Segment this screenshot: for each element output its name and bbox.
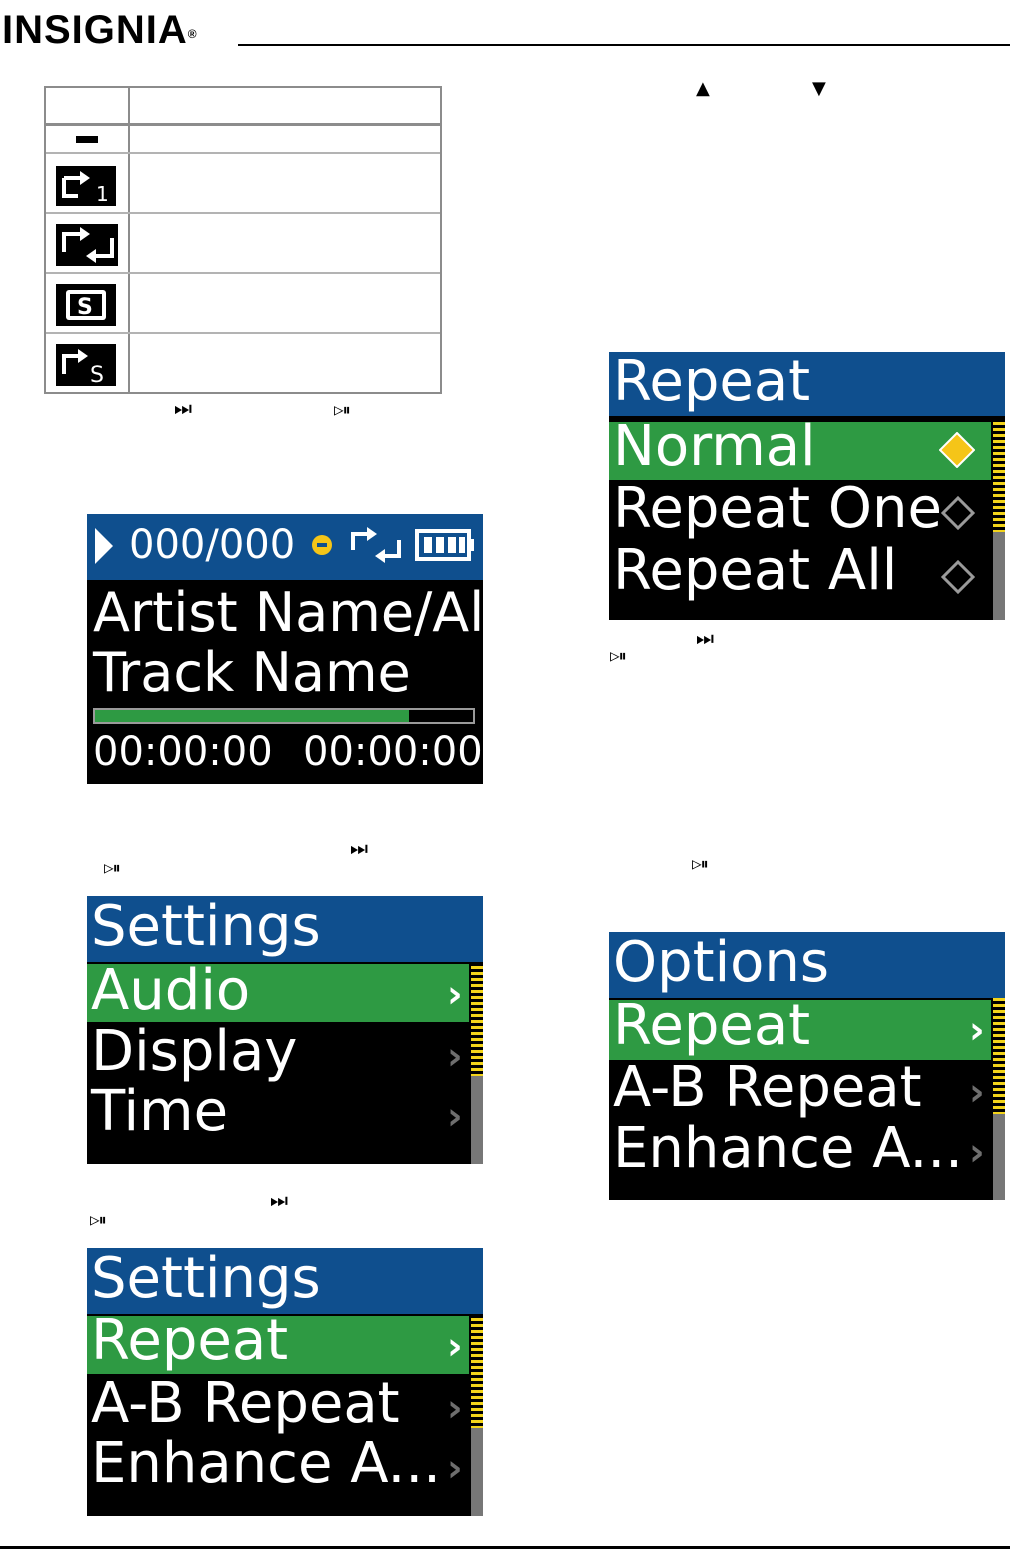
down-arrow-icon: ▼	[812, 78, 826, 99]
progress-bar	[93, 708, 475, 724]
radio-icon	[941, 496, 975, 530]
chevron-right-icon: ›	[447, 1034, 463, 1078]
menu-item-ab-repeat[interactable]: A-B Repeat	[87, 1376, 469, 1436]
scrollbar[interactable]	[471, 1318, 483, 1516]
next-button-icon: ⏭	[350, 836, 368, 860]
up-arrow-icon: ▲	[696, 78, 710, 99]
menu-title: Repeat	[609, 352, 1005, 416]
play-pause-button-icon: ▷⏸	[692, 854, 709, 873]
chevron-right-icon: ›	[447, 972, 463, 1016]
total-time: 00:00:00	[303, 729, 483, 775]
repeat-all-icon	[56, 224, 118, 266]
elapsed-time: 00:00:00	[93, 729, 273, 775]
insignia-logo: INSIGNIA®	[2, 8, 198, 52]
repeat-one-badge: 1	[96, 182, 109, 206]
dash-icon	[76, 136, 98, 143]
play-icon	[95, 528, 113, 564]
table-row: S	[46, 334, 440, 394]
settings-menu-screen: Settings Audio Display Time › › ›	[87, 896, 483, 1164]
menu-item-normal[interactable]: Normal	[609, 422, 991, 480]
shuffle-badge: S	[77, 295, 93, 320]
play-pause-button-icon: ▷⏸	[104, 858, 121, 877]
next-button-icon: ⏭	[696, 626, 714, 650]
footer-rule	[0, 1546, 1010, 1549]
menu-title: Settings	[87, 896, 483, 962]
menu-item-repeat[interactable]: Repeat	[87, 1316, 469, 1374]
table-row	[46, 214, 440, 274]
scrollbar-thumb[interactable]	[993, 422, 1005, 532]
menu-item-time[interactable]: Time	[87, 1084, 469, 1144]
radio-icon	[941, 560, 975, 594]
repeat-shuffle-badge: S	[90, 363, 104, 386]
play-pause-button-icon: ▷⏸	[610, 646, 627, 665]
repeat-menu-screen: Repeat Normal Repeat One Repeat All	[609, 352, 1005, 620]
shuffle-icon: S	[56, 284, 116, 326]
artist-album-label: Artist Name/Alb	[93, 581, 483, 644]
progress-fill	[95, 710, 409, 722]
next-button-icon: ⏭	[270, 1188, 288, 1212]
track-counter: 000/000	[129, 522, 296, 568]
chevron-right-icon: ›	[447, 1386, 463, 1430]
menu-title: Options	[609, 932, 1005, 998]
options-menu-screen: Options Repeat A-B Repeat Enhance A... ›…	[609, 932, 1005, 1200]
now-playing-screen: 000/000 Artist Name/Alb Track Name 00:00…	[87, 514, 483, 784]
track-name-label: Track Name	[93, 641, 411, 704]
menu-title: Settings	[87, 1248, 483, 1314]
repeat-icon-table: 1 S S	[44, 86, 442, 394]
status-bar: 000/000	[87, 514, 483, 580]
scrollbar[interactable]	[993, 422, 1005, 620]
menu-item-enhance-audio[interactable]: Enhance A...	[87, 1436, 469, 1496]
table-row: 1	[46, 154, 440, 214]
menu-item-repeat-one[interactable]: Repeat One	[609, 480, 991, 542]
menu-item-repeat-all[interactable]: Repeat All	[609, 542, 991, 604]
chevron-right-icon: ›	[969, 1070, 985, 1114]
menu-item-display[interactable]: Display	[87, 1024, 469, 1084]
audio-menu-screen: Settings Repeat A-B Repeat Enhance A... …	[87, 1248, 483, 1516]
chevron-right-icon: ›	[447, 1324, 463, 1368]
next-button-icon: ⏭	[174, 396, 192, 420]
menu-item-repeat[interactable]: Repeat	[609, 1000, 991, 1060]
table-row: S	[46, 274, 440, 334]
battery-icon	[415, 529, 474, 561]
header-rule	[238, 44, 1010, 46]
play-pause-button-icon: ▷⏸	[334, 400, 351, 419]
menu-item-audio[interactable]: Audio	[87, 964, 469, 1022]
play-pause-button-icon: ▷⏸	[90, 1210, 107, 1229]
table-row	[46, 126, 440, 154]
scrollbar-thumb[interactable]	[471, 966, 483, 1076]
repeat-all-status-icon	[351, 527, 401, 563]
repeat-shuffle-icon: S	[56, 344, 116, 386]
menu-item-enhance-audio[interactable]: Enhance A...	[609, 1120, 991, 1182]
selected-radio-icon	[939, 432, 975, 468]
chevron-right-icon: ›	[447, 1094, 463, 1138]
table-header	[46, 88, 440, 126]
eq-icon	[312, 535, 332, 555]
repeat-one-icon: 1	[56, 166, 116, 206]
chevron-right-icon: ›	[447, 1446, 463, 1490]
scrollbar-thumb[interactable]	[993, 998, 1005, 1114]
scrollbar[interactable]	[471, 966, 483, 1164]
scrollbar-thumb[interactable]	[471, 1318, 483, 1428]
scrollbar[interactable]	[993, 998, 1005, 1200]
menu-item-ab-repeat[interactable]: A-B Repeat	[609, 1060, 991, 1120]
chevron-right-icon: ›	[969, 1008, 985, 1052]
chevron-right-icon: ›	[969, 1130, 985, 1174]
